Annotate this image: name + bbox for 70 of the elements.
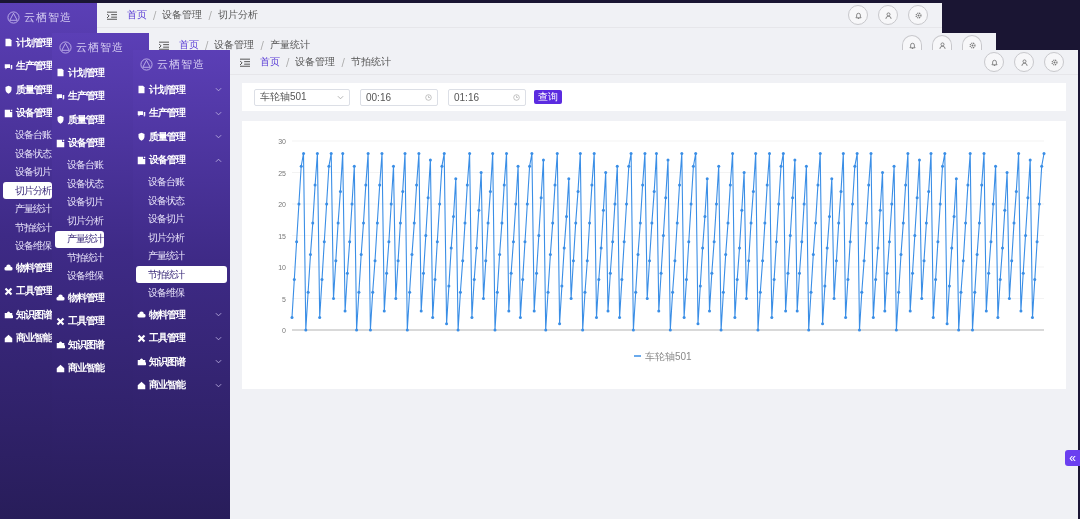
breadcrumb-link[interactable]: 首页	[179, 38, 199, 52]
sidebar-menu-item[interactable]: 知识图谱	[0, 303, 53, 327]
sidebar-submenu-item[interactable]: 设备切片	[3, 163, 52, 181]
breadcrumb-separator: /	[205, 39, 209, 51]
sidebar-menu-item[interactable]: 设备管理	[52, 131, 105, 155]
sidebar-menu-item[interactable]: 质量管理	[133, 125, 230, 149]
legend-item[interactable]: 车轮轴501	[633, 351, 692, 362]
sidebar-submenu-item[interactable]: 设备台账	[136, 173, 227, 191]
sidebar-menu-item[interactable]: 商业智能	[52, 356, 105, 380]
sidebar-menu-item[interactable]: 物料管理	[52, 286, 105, 310]
breadcrumb-item: 设备管理	[214, 38, 255, 52]
sidebar-menu-item[interactable]: 物料管理	[133, 303, 230, 327]
sidebar-submenu-item[interactable]: 设备状态	[55, 175, 104, 192]
breadcrumb-item: 设备管理	[295, 55, 336, 69]
collapse-button[interactable]: «	[1065, 450, 1080, 466]
legend-label: 车轮轴501	[645, 351, 693, 362]
sidebar-submenu-item[interactable]: 产量统计	[3, 200, 52, 218]
sidebar-menu-item[interactable]: 知识图谱	[133, 350, 230, 374]
sidebar-submenu-item[interactable]: 设备维保	[55, 267, 104, 285]
sidebar-submenu-item[interactable]: 设备维保	[136, 284, 227, 302]
sidebar-submenu-item[interactable]: 切片分析	[3, 182, 52, 199]
sidebar-menu-item[interactable]: 计划管理	[133, 78, 230, 102]
sidebar-menu-item[interactable]: 工具管理	[52, 309, 105, 333]
breadcrumb-separator: /	[286, 56, 290, 68]
sidebar-submenu-item[interactable]: 节拍统计	[3, 219, 52, 236]
sidebar-submenu-item[interactable]: 产量统计	[136, 247, 227, 265]
sidebar-submenu-item[interactable]: 设备台账	[3, 126, 52, 144]
app-logo-text: 云栖智造	[76, 39, 124, 55]
sidebar-menu-item[interactable]: 工具管理	[0, 279, 53, 303]
breadcrumb-item: 节拍统计	[350, 55, 391, 69]
sidebar-menu-item[interactable]: 计划管理	[52, 61, 105, 85]
sidebar-menu-item[interactable]: 商业智能	[133, 373, 230, 397]
breadcrumb-item: 切片分析	[217, 8, 258, 22]
breadcrumb-separator: /	[208, 9, 212, 21]
sidebar-submenu-item[interactable]: 切片分析	[136, 229, 227, 246]
sidebar-menu-item[interactable]: 设备管理	[133, 148, 230, 172]
sidebar-menu-item[interactable]: 生产管理	[133, 101, 230, 125]
sidebar-submenu-item[interactable]: 设备状态	[3, 145, 52, 162]
breadcrumb-link[interactable]: 首页	[260, 55, 280, 69]
sidebar-menu-item[interactable]: 生产管理	[0, 54, 53, 78]
sidebar-submenu-item[interactable]: 产量统计	[55, 230, 104, 248]
sidebar-submenu-item[interactable]: 设备切片	[55, 193, 104, 211]
sidebar-menu-item[interactable]: 生产管理	[52, 84, 105, 108]
sidebar-submenu-item[interactable]: 设备状态	[136, 192, 227, 209]
sidebar-menu-item[interactable]: 工具管理	[133, 326, 230, 350]
breadcrumb-item: 产量统计	[269, 38, 310, 52]
app-logo-text: 云栖智造	[157, 56, 205, 72]
sidebar-menu-item[interactable]: 商业智能	[0, 326, 53, 350]
app-logo-text: 云栖智造	[24, 9, 72, 25]
end-time-field[interactable]: 01:16	[448, 88, 526, 106]
start-time-field[interactable]: 00:16	[360, 88, 438, 106]
breadcrumb-link[interactable]: 首页	[127, 8, 147, 22]
breadcrumb-separator: /	[341, 56, 345, 68]
sidebar-submenu-item[interactable]: 设备切片	[136, 210, 227, 228]
breadcrumb-separator: /	[260, 39, 264, 51]
sidebar-menu-item[interactable]: 质量管理	[52, 108, 105, 132]
sidebar-submenu-item[interactable]: 设备维保	[3, 237, 52, 255]
sidebar-submenu-item[interactable]: 设备台账	[55, 156, 104, 174]
sidebar-menu-item[interactable]: 知识图谱	[52, 333, 105, 357]
sidebar-submenu-item[interactable]: 节拍统计	[55, 249, 104, 266]
breadcrumb-separator: /	[153, 9, 157, 21]
sidebar-submenu-item[interactable]: 节拍统计	[136, 266, 227, 283]
sidebar-menu-item[interactable]: 计划管理	[0, 31, 53, 55]
sidebar-menu-item[interactable]: 设备管理	[0, 101, 53, 125]
device-select[interactable]: 车轮轴501	[254, 88, 350, 106]
sidebar-menu-item[interactable]: 物料管理	[0, 256, 53, 280]
query-button[interactable]: 查询	[534, 90, 562, 104]
sidebar-submenu-item[interactable]: 切片分析	[55, 212, 104, 229]
breadcrumb-item: 设备管理	[162, 8, 203, 22]
sidebar-menu-item[interactable]: 质量管理	[0, 78, 53, 102]
